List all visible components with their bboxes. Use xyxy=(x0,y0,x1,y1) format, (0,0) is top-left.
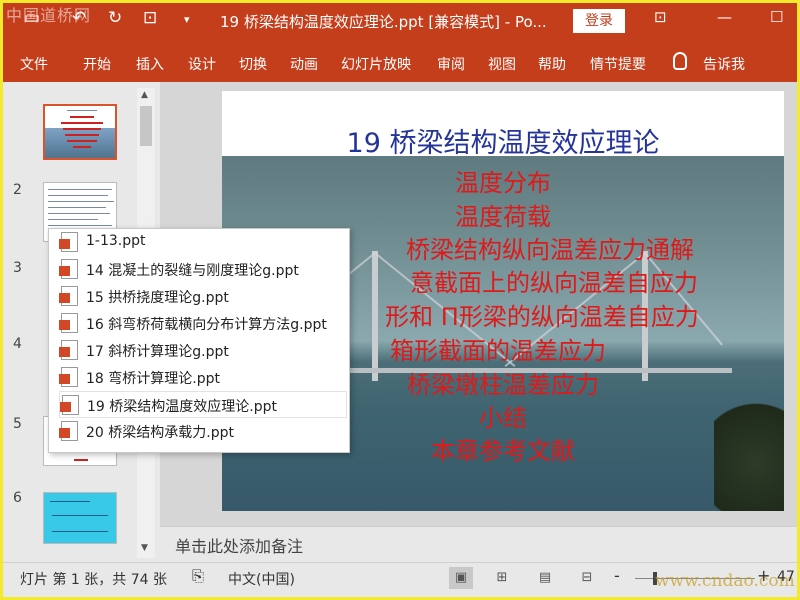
ribbon-display-icon[interactable]: ⊡ xyxy=(654,8,667,26)
file-list-item-current[interactable]: 19 桥梁结构温度效应理论.ppt xyxy=(59,391,347,418)
document-title: 19 桥梁结构温度效应理论.ppt [兼容模式] - Po... xyxy=(220,13,547,31)
ppt-file-icon xyxy=(59,286,78,306)
scroll-down-icon[interactable]: ▼ xyxy=(141,543,148,553)
tab-slideshow[interactable]: 幻灯片放映 xyxy=(341,54,411,74)
tab-view[interactable]: 视图 xyxy=(488,54,516,74)
file-list-item[interactable]: 15 拱桥挠度理论g.ppt xyxy=(59,283,347,310)
slide-bullet: 温度分布 xyxy=(455,169,551,197)
slide-number: 5 xyxy=(13,416,22,432)
zoom-out-button[interactable]: - xyxy=(614,566,620,585)
tab-help[interactable]: 帮助 xyxy=(538,54,566,74)
slide-counter: 灯片 第 1 张，共 74 张 xyxy=(20,572,167,588)
tell-me-button[interactable]: 告诉我 xyxy=(703,54,745,74)
tab-storyboarding[interactable]: 情节提要 xyxy=(590,54,646,74)
ribbon-tabs: 文件 开始 插入 设计 切换 动画 幻灯片放映 审阅 视图 帮助 情节提要 告诉… xyxy=(0,42,800,82)
redo-icon[interactable]: ↻ xyxy=(108,8,122,28)
customize-icon[interactable]: ▾ xyxy=(184,13,190,26)
file-list-popup: 1-13.ppt 14 混凝土的裂缝与刚度理论g.ppt 15 拱桥挠度理论g.… xyxy=(48,228,350,453)
file-list-item[interactable]: 1-13.ppt xyxy=(59,229,347,256)
login-button[interactable]: 登录 xyxy=(573,9,625,33)
file-list-item[interactable]: 16 斜弯桥荷载横向分布计算方法g.ppt xyxy=(59,310,347,337)
lightbulb-icon xyxy=(673,52,687,70)
title-bar: 中国道桥网 ▭ ↶ ↻ ⊡ ▾ 19 桥梁结构温度效应理论.ppt [兼容模式]… xyxy=(0,0,800,42)
status-bar: 灯片 第 1 张，共 74 张 ⎘ 中文(中国) ▣ ⊞ ▤ ⊟ - www.c… xyxy=(0,562,800,600)
notes-pane[interactable]: 单击此处添加备注 xyxy=(160,526,797,562)
tab-insert[interactable]: 插入 xyxy=(136,54,164,74)
tab-home[interactable]: 开始 xyxy=(83,54,111,74)
ppt-file-icon xyxy=(59,232,78,252)
ppt-file-icon xyxy=(59,259,78,279)
ppt-file-icon xyxy=(59,313,78,333)
present-icon[interactable]: ⊡ xyxy=(143,8,157,28)
file-list-item[interactable]: 14 混凝土的裂缝与刚度理论g.ppt xyxy=(59,256,347,283)
undo-icon[interactable]: ↶ xyxy=(72,8,86,28)
slide-number: 3 xyxy=(13,260,22,276)
scrollbar-thumb[interactable] xyxy=(140,106,152,146)
notes-placeholder[interactable]: 单击此处添加备注 xyxy=(175,533,303,557)
tab-file[interactable]: 文件 xyxy=(20,54,48,74)
tab-transitions[interactable]: 切换 xyxy=(239,54,267,74)
file-list-item[interactable]: 20 桥梁结构承载力.ppt xyxy=(59,418,347,445)
tab-design[interactable]: 设计 xyxy=(188,54,216,74)
ppt-file-icon xyxy=(59,421,78,441)
ppt-file-icon xyxy=(59,367,78,387)
slide-number: 4 xyxy=(13,336,22,352)
slide-title: 19 桥梁结构温度效应理论 xyxy=(346,128,660,159)
maximize-icon[interactable]: ☐ xyxy=(770,8,783,26)
slide-sorter-icon[interactable]: ⊞ xyxy=(490,567,514,589)
tab-review[interactable]: 审阅 xyxy=(437,54,465,74)
slide-number: 6 xyxy=(13,490,22,506)
zoom-level[interactable]: 47 xyxy=(777,569,795,585)
minimize-icon[interactable]: — xyxy=(717,8,732,26)
slide-number: 2 xyxy=(13,182,22,198)
save-icon[interactable]: ▭ xyxy=(24,8,40,28)
zoom-in-button[interactable]: + xyxy=(757,566,770,585)
slide-bullet: 温度荷载 xyxy=(455,203,551,231)
language-indicator[interactable]: 中文(中国) xyxy=(228,569,295,589)
slideshow-icon[interactable]: ⊟ xyxy=(575,567,599,589)
normal-view-icon[interactable]: ▣ xyxy=(449,567,473,589)
ppt-file-icon xyxy=(60,395,79,415)
slide-thumbnail-1[interactable] xyxy=(43,104,117,160)
tab-animations[interactable]: 动画 xyxy=(290,54,318,74)
file-list-item[interactable]: 18 弯桥计算理论.ppt xyxy=(59,364,347,391)
file-list-item[interactable]: 17 斜桥计算理论g.ppt xyxy=(59,337,347,364)
watermark-url: www.cndao.com xyxy=(655,571,795,591)
reading-view-icon[interactable]: ▤ xyxy=(533,567,557,589)
slide-thumbnail-6[interactable] xyxy=(43,492,117,544)
ppt-file-icon xyxy=(59,340,78,360)
scroll-up-icon[interactable]: ▲ xyxy=(141,90,148,100)
notes-icon[interactable]: ⎘ xyxy=(192,567,204,585)
